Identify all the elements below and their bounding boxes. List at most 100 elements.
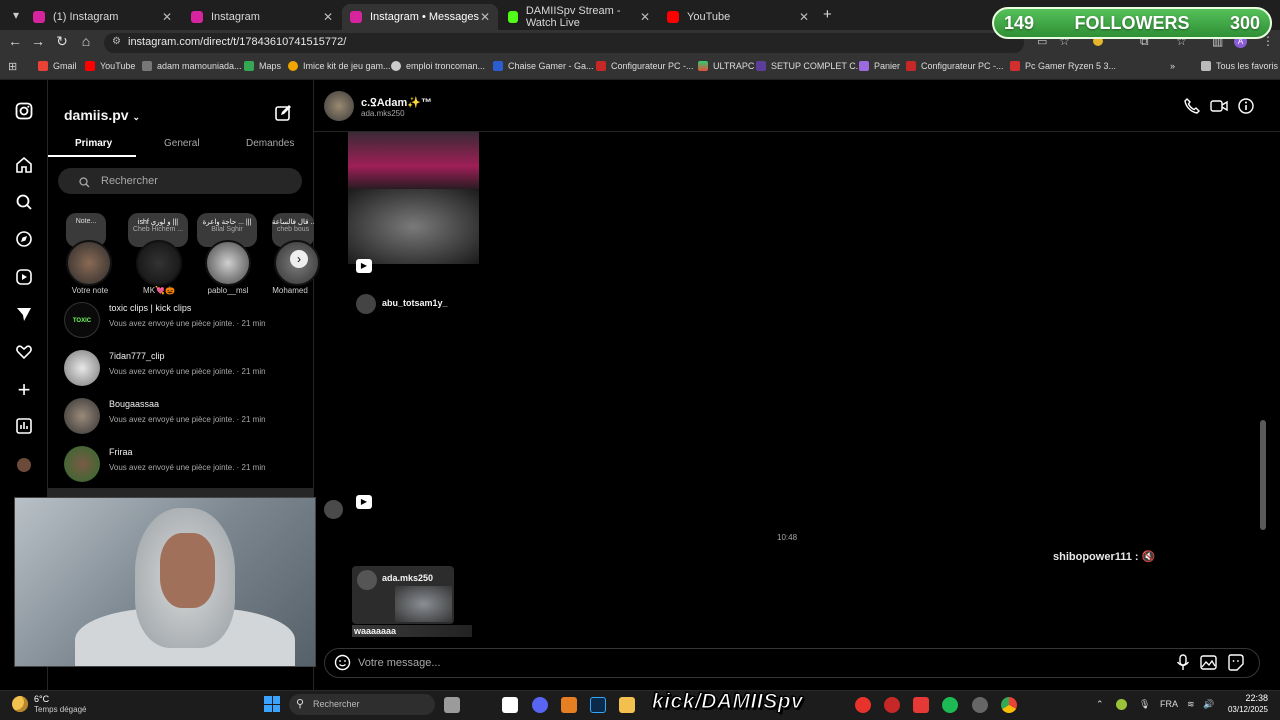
bookmarks-overflow-icon[interactable]: » xyxy=(1170,61,1175,71)
tab-list-icon[interactable]: ▾ xyxy=(6,5,26,25)
info-icon[interactable] xyxy=(1237,98,1255,116)
tray-overflow-icon[interactable]: ⌃ xyxy=(1096,699,1104,710)
video-call-icon[interactable] xyxy=(1210,98,1228,116)
instagram-logo-icon[interactable] xyxy=(14,102,34,122)
task-view-icon[interactable] xyxy=(444,697,460,713)
sticker-icon[interactable] xyxy=(1227,654,1244,676)
tab-instagram-2[interactable]: Instagram ✕ xyxy=(183,4,341,30)
emoji-icon[interactable] xyxy=(334,654,351,676)
capcut-icon[interactable] xyxy=(502,697,518,713)
url-text[interactable]: instagram.com/direct/t/17843610741515772… xyxy=(128,36,346,48)
reload-icon[interactable]: ↻ xyxy=(53,33,71,50)
bookmark-config-1[interactable]: Configurateur PC -... xyxy=(596,61,694,71)
bookmark-setup[interactable]: SETUP COMPLET C... xyxy=(756,61,863,71)
bookmark-maps[interactable]: Maps xyxy=(244,61,281,71)
inbox-search-input[interactable] xyxy=(58,168,302,194)
home-icon[interactable]: ⌂ xyxy=(77,33,95,49)
forward-icon[interactable]: → xyxy=(29,33,47,49)
close-tab-icon[interactable]: ✕ xyxy=(799,10,809,24)
microphone-icon[interactable]: 🎙 xyxy=(1139,699,1150,710)
bookmark-pc-gamer[interactable]: Pc Gamer Ryzen 5 3... xyxy=(1010,61,1116,71)
app-icon[interactable] xyxy=(561,697,577,713)
phone-call-icon[interactable] xyxy=(1183,98,1201,116)
opera-gx-icon[interactable] xyxy=(855,697,871,713)
apps-grid-icon[interactable]: ⊞ xyxy=(8,60,17,73)
tab-instagram-messages[interactable]: Instagram • Messages ✕ xyxy=(342,4,498,30)
instagram-favicon-icon xyxy=(350,11,362,23)
reels-icon[interactable] xyxy=(14,268,34,288)
bookmark-adam[interactable]: adam mamouniada... xyxy=(142,61,242,71)
bookmark-imice[interactable]: Imice kit de jeu gam... xyxy=(288,61,391,71)
chat-scrollbar[interactable] xyxy=(1260,420,1266,530)
weather-text[interactable]: Temps dégagé xyxy=(34,705,86,714)
tray-app-icon[interactable] xyxy=(1116,699,1127,710)
tab-kick-stream[interactable]: DAMIISpv Stream - Watch Live ✕ xyxy=(500,4,658,30)
conversation-item[interactable]: Bougaassaa Vous avez envoyé une pièce jo… xyxy=(64,396,304,440)
language-indicator[interactable]: FRA xyxy=(1160,699,1178,709)
bookmark-all-favorites[interactable]: Tous les favoris xyxy=(1201,61,1278,71)
bookmark-ultrapc[interactable]: ULTRAPC xyxy=(698,61,754,71)
app-icon[interactable] xyxy=(913,697,929,713)
bookmark-config-2[interactable]: Configurateur PC -... xyxy=(906,61,1004,71)
story-avatar[interactable] xyxy=(136,240,182,286)
spotify-icon[interactable] xyxy=(942,697,958,713)
conversation-item[interactable]: 7idan777_clip Vous avez envoyé une pièce… xyxy=(64,348,304,392)
notifications-heart-icon[interactable] xyxy=(14,343,34,363)
microphone-icon[interactable] xyxy=(1175,654,1191,676)
shared-reel-thumbnail[interactable] xyxy=(348,132,479,189)
bookmark-panier[interactable]: Panier xyxy=(859,61,900,71)
messages-icon[interactable] xyxy=(14,305,34,325)
story-avatar[interactable] xyxy=(66,240,112,286)
shared-account-avatar[interactable] xyxy=(356,294,376,314)
site-info-icon[interactable]: ⚙ xyxy=(112,36,121,47)
wifi-icon[interactable]: ≋ xyxy=(1187,699,1195,710)
new-tab-button[interactable]: + xyxy=(823,6,832,23)
volume-icon[interactable]: 🔊 xyxy=(1203,699,1214,710)
home-icon[interactable] xyxy=(14,156,34,176)
back-icon[interactable]: ← xyxy=(6,33,24,49)
create-icon[interactable]: + xyxy=(14,379,34,401)
conversation-item[interactable]: TOXIC CLIPS toxic clips | kick clips Vou… xyxy=(64,300,304,360)
explore-icon[interactable] xyxy=(14,230,34,250)
photoshop-icon[interactable] xyxy=(590,697,606,713)
clock-date[interactable]: 03/12/2025 xyxy=(1222,705,1268,714)
chat-name[interactable]: c.ꝾAdam✨™ xyxy=(361,95,432,110)
close-tab-icon[interactable]: ✕ xyxy=(480,10,490,24)
tab-requests[interactable]: Demandes xyxy=(246,138,294,149)
conversation-item[interactable]: Friraa Vous avez envoyé une pièce jointe… xyxy=(64,444,304,488)
windows-start-icon[interactable] xyxy=(264,696,280,712)
account-switcher[interactable]: damiis.pv ⌄ xyxy=(64,107,140,123)
weather-moon-icon[interactable] xyxy=(12,696,28,712)
discord-icon[interactable] xyxy=(532,697,548,713)
chrome-icon[interactable] xyxy=(1001,697,1017,713)
tab-instagram-1[interactable]: (1) Instagram ✕ xyxy=(25,4,180,30)
file-explorer-icon[interactable] xyxy=(619,697,635,713)
bookmark-gmail[interactable]: Gmail xyxy=(38,61,77,71)
tab-youtube[interactable]: YouTube ✕ xyxy=(659,4,817,30)
shared-reel-thumbnail[interactable] xyxy=(348,189,479,264)
search-icon[interactable] xyxy=(14,193,34,213)
chevron-right-icon[interactable]: › xyxy=(290,250,308,268)
weather-temp[interactable]: 6°C xyxy=(34,694,49,704)
bookmark-emploi[interactable]: emploi troncoman... xyxy=(391,61,485,71)
image-upload-icon[interactable] xyxy=(1200,654,1217,676)
clock-time[interactable]: 22:38 xyxy=(1230,693,1268,703)
message-composer[interactable] xyxy=(324,648,1260,678)
app-icon[interactable] xyxy=(972,697,988,713)
bookmark-chaise[interactable]: Chaise Gamer - Ga... xyxy=(493,61,594,71)
profile-avatar[interactable] xyxy=(17,458,31,472)
shared-account-name[interactable]: abu_totsam1y_ xyxy=(382,298,448,308)
new-message-icon[interactable] xyxy=(274,104,292,127)
close-tab-icon[interactable]: ✕ xyxy=(640,10,650,24)
reel-icon[interactable]: ▶ xyxy=(356,495,372,509)
close-tab-icon[interactable]: ✕ xyxy=(162,10,172,24)
story-avatar[interactable] xyxy=(205,240,251,286)
tab-primary[interactable]: Primary xyxy=(75,138,112,149)
app-icon[interactable] xyxy=(884,697,900,713)
tab-general[interactable]: General xyxy=(164,138,200,149)
chat-avatar[interactable] xyxy=(324,91,354,121)
taskbar-search[interactable] xyxy=(289,694,435,715)
dashboard-icon[interactable] xyxy=(14,417,34,437)
close-tab-icon[interactable]: ✕ xyxy=(323,10,333,24)
bookmark-youtube[interactable]: YouTube xyxy=(85,61,135,71)
